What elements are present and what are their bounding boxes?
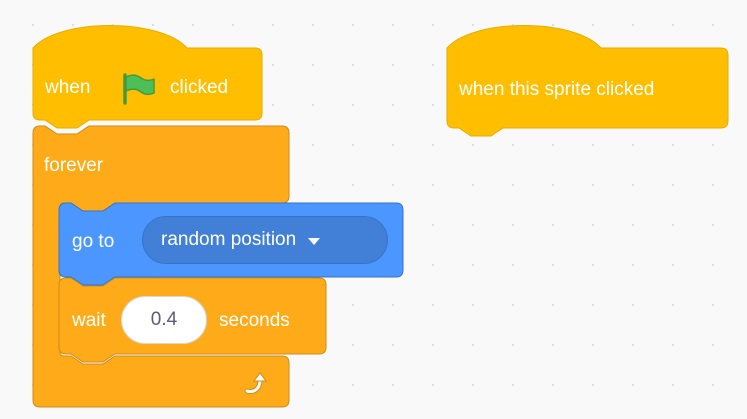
green-flag-icon (123, 73, 155, 105)
when-this-sprite-clicked-label: when this sprite clicked (459, 79, 655, 100)
when-label: when (45, 77, 91, 98)
forever-label: forever (44, 155, 104, 176)
go-to-label: go to (72, 231, 115, 252)
seconds-label: seconds (219, 310, 290, 331)
clicked-label: clicked (170, 77, 229, 98)
wait-seconds-value: 0.4 (150, 309, 178, 330)
dropdown-value: random position (161, 229, 297, 250)
when-this-sprite-clicked-hat-block[interactable] (0, 0, 747, 419)
go-to-target-dropdown[interactable]: random position (142, 216, 388, 264)
wait-label: wait (72, 310, 106, 331)
rotate-arrow-icon (244, 372, 267, 394)
wait-seconds-input[interactable]: 0.4 (121, 296, 207, 344)
dropdown-arrow-icon (308, 237, 321, 245)
code-workspace[interactable]: when clicked forever go to random positi… (0, 0, 747, 419)
